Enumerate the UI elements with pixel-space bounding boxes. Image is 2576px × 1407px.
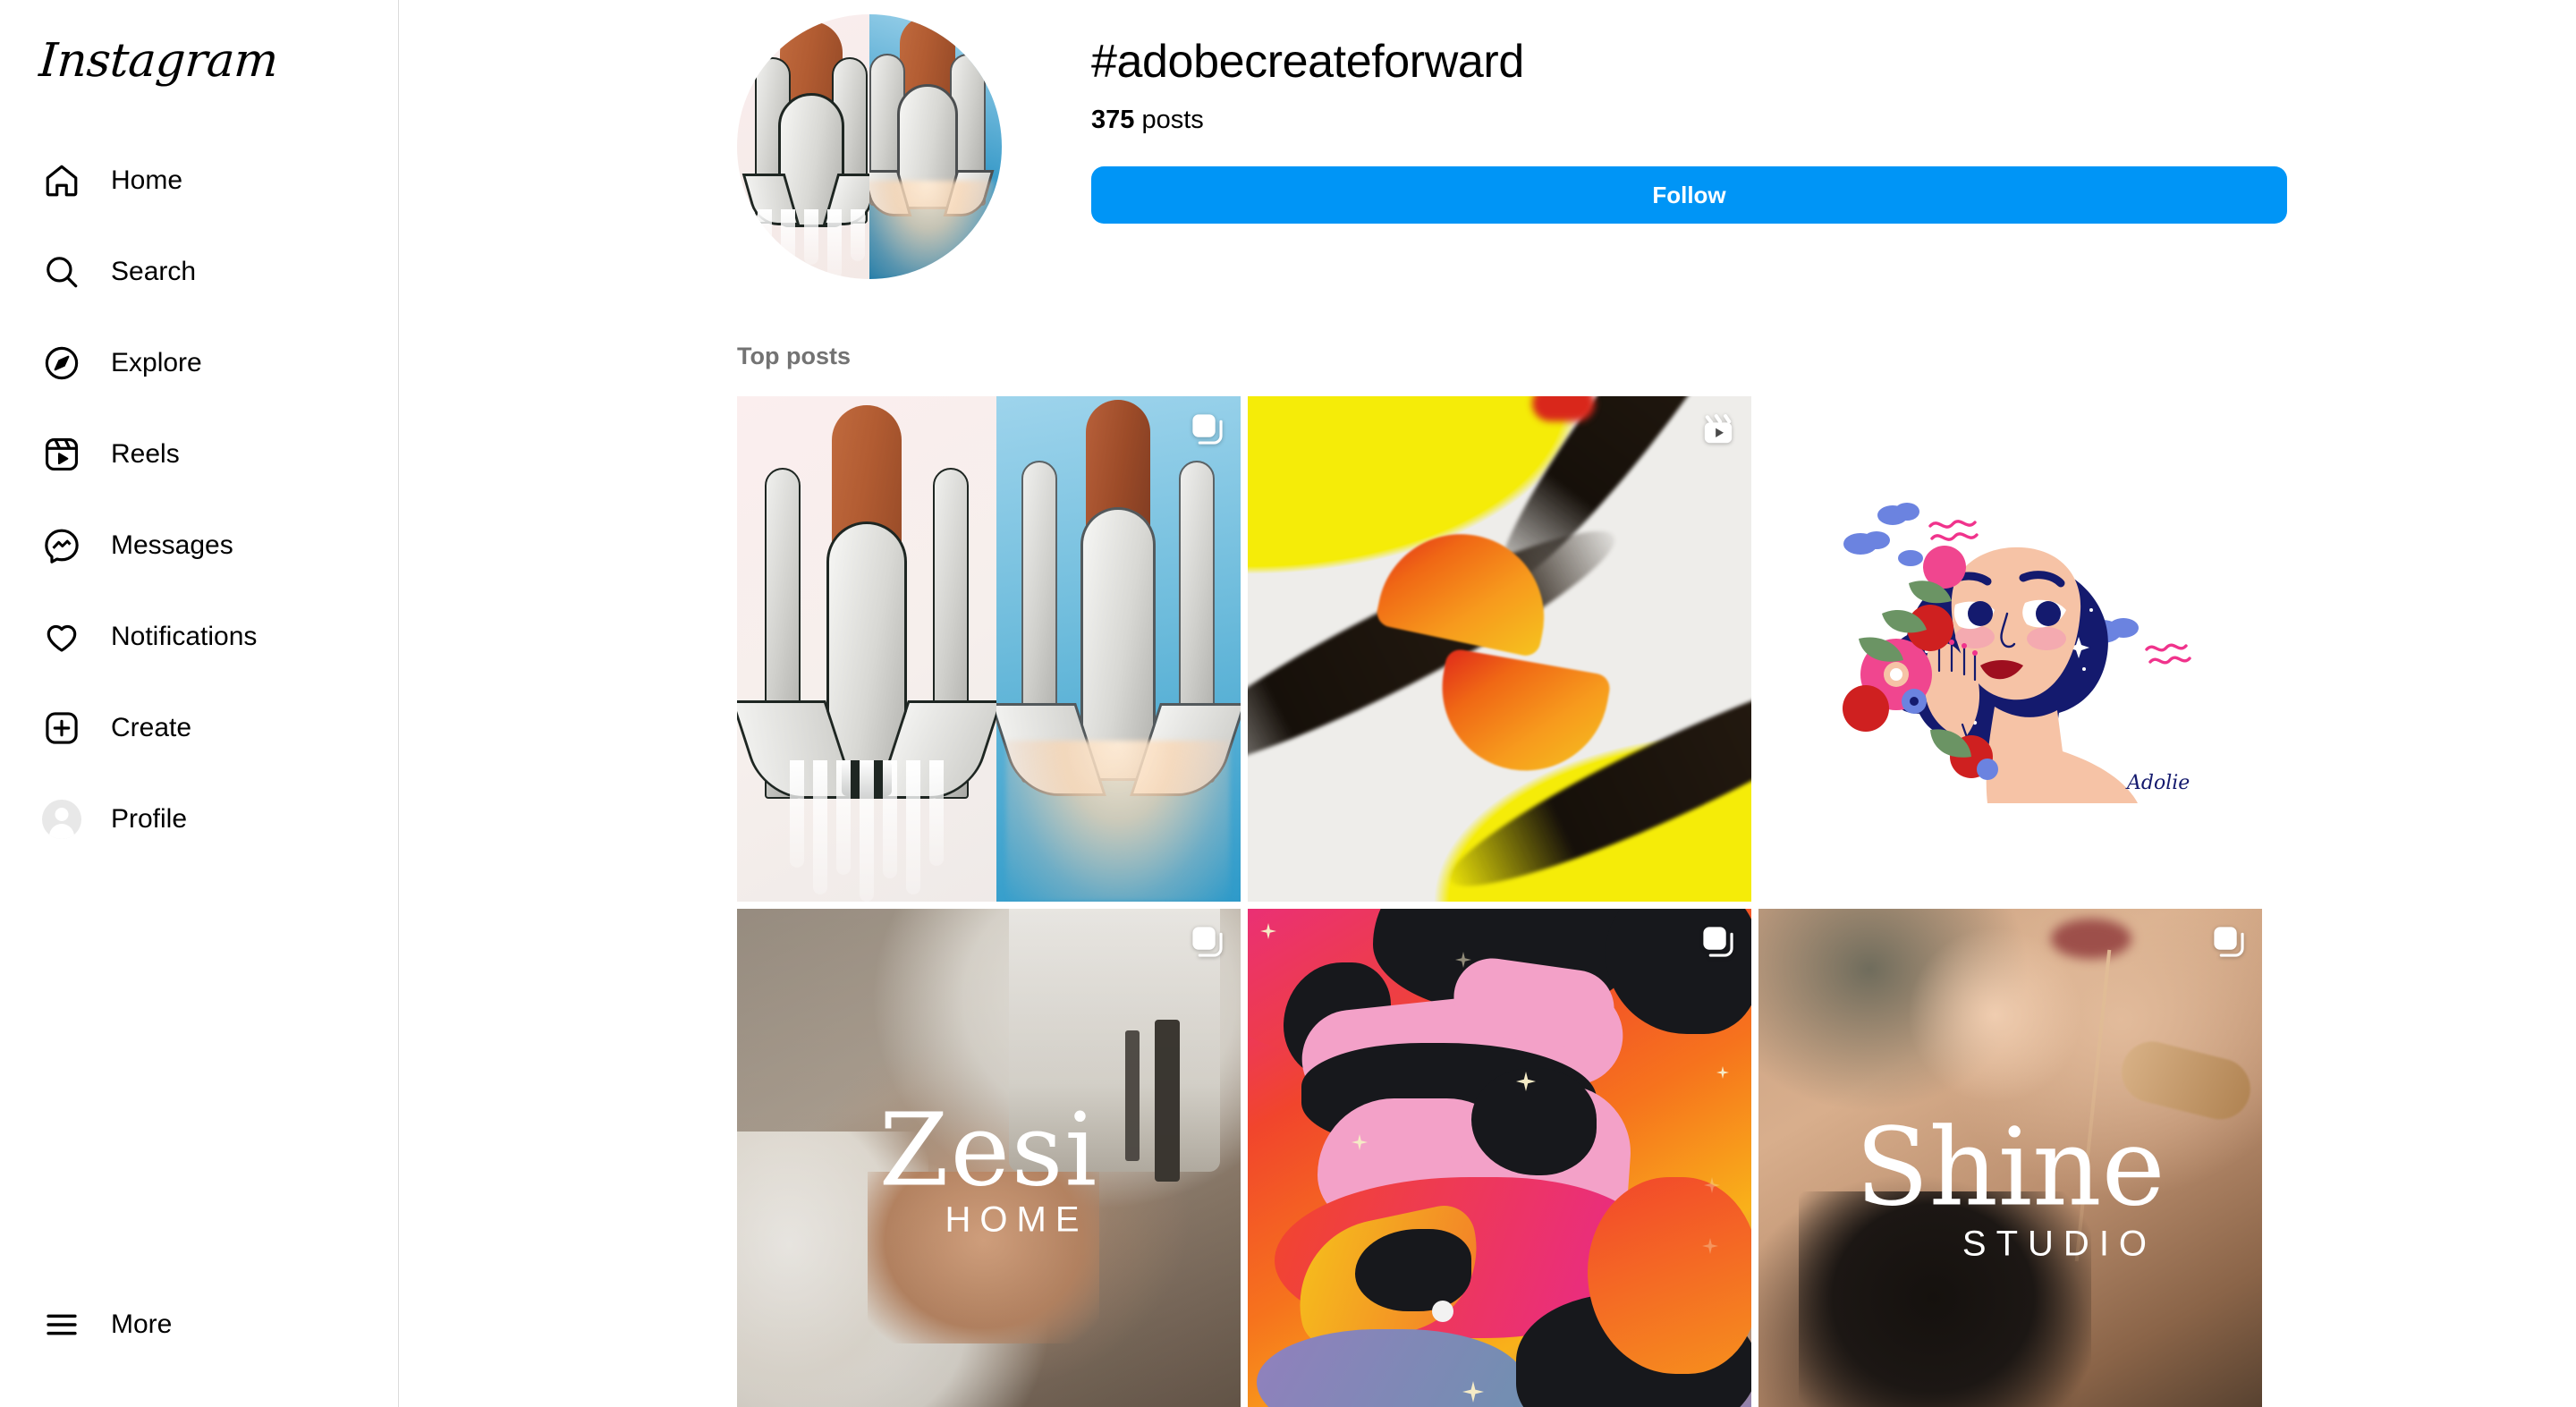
sidebar-nav: Home Search Explore Reels Messages Notif… [21,150,379,880]
sidebar-item-label: Create [111,713,192,742]
post-brand-sub: STUDIO [1962,1224,2157,1264]
sidebar-item-search[interactable]: Search [21,242,379,302]
sidebar-item-notifications[interactable]: Notifications [21,606,379,667]
grid-post-1[interactable] [737,396,1241,902]
sidebar-item-home[interactable]: Home [21,150,379,211]
sidebar-item-more[interactable]: More [21,1294,379,1355]
sidebar-item-label: More [111,1310,173,1339]
search-icon [41,251,82,292]
carousel-icon [2212,925,2246,959]
plus-square-icon [41,708,82,749]
instagram-hashtag-page: Instagram Home Search Explore Reels Mess… [0,0,2576,1407]
sidebar-item-profile[interactable]: Profile [21,789,379,850]
grid-post-3[interactable]: Adolie [1758,396,2262,902]
hamburger-icon [41,1304,82,1345]
post-brand-sub: HOME [945,1199,1089,1240]
carousel-icon [1191,925,1224,959]
grid-post-5[interactable] [1248,909,1751,1407]
sidebar-item-label: Home [111,165,183,195]
hashtag-meta: #adobecreateforward 375 posts Follow [1091,18,2293,225]
carousel-icon [1191,412,1224,446]
heart-icon [41,616,82,657]
hashtag-avatar[interactable] [737,14,1002,279]
sidebar-item-label: Messages [111,530,233,560]
post-count: 375 posts [1091,105,2293,136]
grid-post-6[interactable]: Shine STUDIO [1758,909,2262,1407]
sidebar-item-label: Explore [111,348,202,377]
post-brand-name: Zesi [878,1092,1099,1209]
sidebar-item-label: Profile [111,804,188,834]
sidebar: Instagram Home Search Explore Reels Mess… [0,0,399,1407]
avatar-icon [41,799,82,840]
posts-grid: Adolie Zesi HOME Shine STUDIO [737,396,2262,1407]
sidebar-item-label: Reels [111,439,180,469]
post-brand-name: Shine [1855,1106,2165,1231]
sidebar-item-messages[interactable]: Messages [21,515,379,576]
post-caption-overlay: Shine STUDIO [1855,1106,2165,1264]
follow-button[interactable]: Follow [1091,166,2287,225]
instagram-logo[interactable]: Instagram [38,34,280,88]
artist-signature: Adolie [2125,772,2190,794]
reels-icon [41,434,82,475]
carousel-icon [1701,925,1735,959]
top-posts-label: Top posts [737,343,851,369]
sidebar-item-reels[interactable]: Reels [21,424,379,485]
post-count-label: posts [1141,105,1204,134]
hashtag-header: #adobecreateforward 375 posts Follow [737,14,2293,279]
post-count-number: 375 [1091,105,1135,134]
grid-post-2[interactable] [1248,396,1751,902]
messenger-icon [41,525,82,566]
sidebar-more-wrap: More [21,1294,379,1355]
compass-icon [41,343,82,384]
sidebar-item-create[interactable]: Create [21,698,379,759]
sidebar-item-label: Search [111,257,197,286]
sidebar-item-explore[interactable]: Explore [21,333,379,394]
sidebar-item-label: Notifications [111,622,258,651]
grid-post-4[interactable]: Zesi HOME [737,909,1241,1407]
main-content: #adobecreateforward 375 posts Follow Top… [399,0,2576,1407]
post-caption-overlay: Zesi HOME [878,1092,1099,1240]
reel-icon [1701,412,1735,446]
page-title: #adobecreateforward [1091,36,1524,88]
home-icon [41,160,82,201]
